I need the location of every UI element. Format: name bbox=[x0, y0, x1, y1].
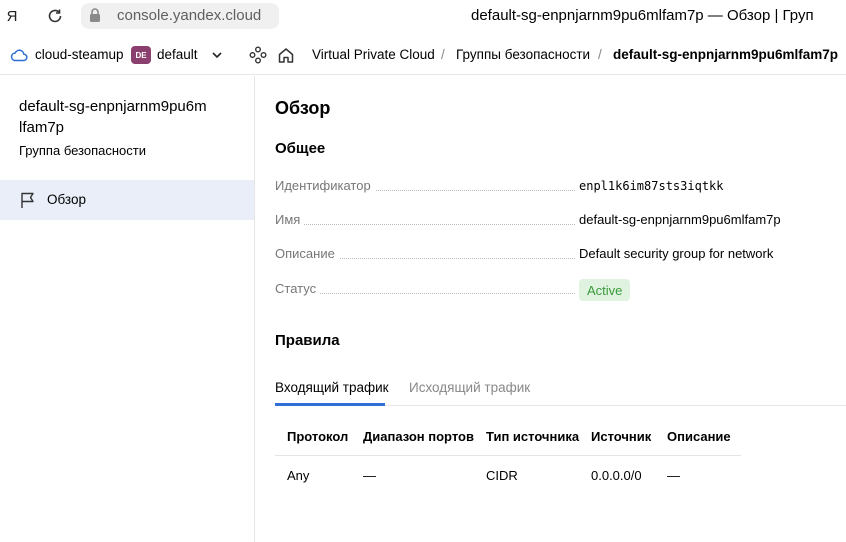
page-title: Обзор bbox=[275, 98, 331, 118]
general-section-title: Общее bbox=[275, 140, 326, 157]
table-cell: Any bbox=[287, 468, 310, 483]
property-id: Идентификатор enpl1k6im87sts3iqtkk bbox=[275, 176, 835, 196]
table-cell: — bbox=[667, 468, 680, 483]
table-header: Описание bbox=[667, 429, 731, 444]
property-label: Имя bbox=[275, 212, 305, 227]
sidebar-item-overview[interactable]: Обзор bbox=[0, 180, 254, 220]
folder-avatar[interactable]: DE bbox=[131, 46, 151, 64]
leader-dots bbox=[275, 224, 575, 225]
status-badge: Active bbox=[579, 279, 631, 301]
table-cell: 0.0.0.0/0 bbox=[591, 468, 642, 483]
breadcrumb-separator: / bbox=[598, 47, 602, 62]
tab-egress[interactable]: Исходящий трафик bbox=[409, 380, 530, 395]
main-content: Обзор Общее Идентификатор enpl1k6im87sts… bbox=[256, 76, 846, 542]
sidebar-item-label: Обзор bbox=[47, 192, 86, 207]
cloud-selector[interactable]: cloud-steamup bbox=[35, 47, 124, 62]
property-label: Идентификатор bbox=[275, 178, 375, 193]
property-status: Статус Active bbox=[275, 279, 835, 301]
reload-icon[interactable] bbox=[46, 7, 64, 25]
address-text[interactable]: console.yandex.cloud bbox=[117, 7, 261, 24]
rules-section-title: Правила bbox=[275, 332, 340, 349]
property-description: Описание Default security group for netw… bbox=[275, 244, 835, 264]
lock-icon[interactable] bbox=[89, 8, 101, 22]
property-label: Описание bbox=[275, 246, 339, 261]
breadcrumb-separator: / bbox=[441, 47, 445, 62]
browser-toolbar: Я console.yandex.cloud default-sg-enpnja… bbox=[0, 0, 846, 34]
property-label: Статус bbox=[275, 281, 321, 296]
traffic-tabs: Входящий трафик Исходящий трафик bbox=[275, 376, 846, 406]
table-header: Тип источника bbox=[486, 429, 580, 444]
breadcrumb-vpc[interactable]: Virtual Private Cloud bbox=[312, 47, 435, 62]
folder-selector[interactable]: default bbox=[157, 47, 198, 62]
table-cell: CIDR bbox=[486, 468, 518, 483]
page-tab-title: default-sg-enpnjarnm9pu6mlfam7p — Обзор … bbox=[471, 7, 814, 24]
chevron-down-icon[interactable] bbox=[211, 49, 223, 61]
property-value[interactable]: enpl1k6im87sts3iqtkk bbox=[579, 179, 724, 193]
breadcrumb-current: default-sg-enpnjarnm9pu6mlfam7p bbox=[613, 47, 839, 62]
tab-ingress[interactable]: Входящий трафик bbox=[275, 380, 389, 395]
console-header: cloud-steamup DE default Virtual Private… bbox=[0, 35, 846, 75]
breadcrumb-security-groups[interactable]: Группы безопасности bbox=[456, 47, 590, 62]
flag-icon bbox=[21, 192, 34, 208]
resource-name: default-sg-enpnjarnm9pu6mlfam7p bbox=[19, 98, 207, 136]
sidebar: default-sg-enpnjarnm9pu6mlfam7p Группа б… bbox=[0, 76, 255, 542]
yandex-browser-logo[interactable]: Я bbox=[3, 7, 21, 25]
resource-type: Группа безопасности bbox=[19, 143, 146, 158]
table-cell: — bbox=[363, 468, 376, 483]
table-header: Диапазон портов bbox=[363, 429, 474, 444]
property-value[interactable]: default-sg-enpnjarnm9pu6mlfam7p bbox=[579, 212, 781, 227]
home-icon[interactable] bbox=[277, 46, 295, 64]
services-icon[interactable] bbox=[249, 46, 267, 64]
table-header: Протокол bbox=[287, 429, 349, 444]
property-name: Имя default-sg-enpnjarnm9pu6mlfam7p bbox=[275, 210, 835, 230]
active-tab-indicator bbox=[275, 403, 385, 406]
table-divider bbox=[275, 455, 741, 456]
cloud-icon bbox=[10, 49, 28, 62]
table-header: Источник bbox=[591, 429, 652, 444]
property-value[interactable]: Default security group for network bbox=[579, 246, 773, 261]
